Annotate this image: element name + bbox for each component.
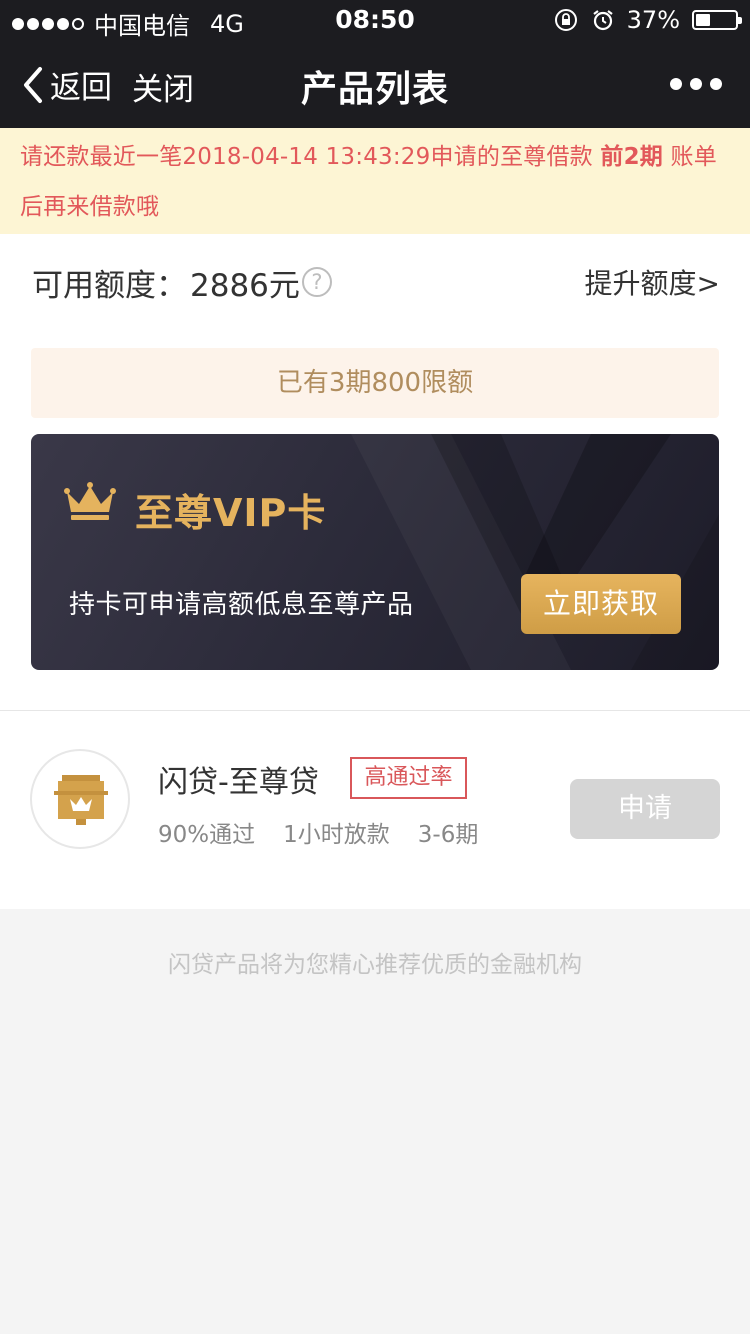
loan-term: 3-6期 (417, 822, 479, 848)
product-meta: 90%通过 1小时放款 3-6期 (158, 815, 478, 849)
credit-section: 可用额度： 2886元 ? 提升额度> 已有3期800限额 至尊VIP卡 持卡可… (0, 234, 750, 711)
nav-bar: 返回 关闭 产品列表 (0, 40, 750, 128)
page: 中国电信 4G 08:50 37% 返回 关闭 产品列表 请还款最近一笔2018… (0, 0, 750, 1334)
page-title: 产品列表 (300, 69, 449, 110)
vip-card-title: 至尊VIP卡 (135, 491, 327, 535)
get-vip-button[interactable]: 立即获取 (521, 574, 681, 634)
credit-label: 可用额度： (32, 268, 187, 304)
status-bar: 中国电信 4G 08:50 37% (0, 0, 750, 40)
loan-speed: 1小时放款 (283, 822, 390, 848)
top-bar: 中国电信 4G 08:50 37% 返回 关闭 产品列表 (0, 0, 750, 128)
product-name: 闪贷-至尊贷 (158, 765, 319, 800)
more-dot-icon (690, 78, 702, 90)
more-options-button[interactable] (670, 78, 722, 90)
vip-card-background-pattern (351, 434, 719, 670)
limit-banner: 已有3期800限额 (31, 348, 719, 418)
product-item[interactable]: 闪贷-至尊贷 高通过率 90%通过 1小时放款 3-6期 申请 (0, 711, 750, 909)
apply-button[interactable]: 申请 (570, 779, 720, 839)
credit-row: 可用额度： 2886元 ? 提升额度> (0, 234, 750, 330)
vip-card[interactable]: 至尊VIP卡 持卡可申请高额低息至尊产品 立即获取 (31, 434, 719, 670)
repayment-notice: 请还款最近一笔2018-04-14 13:43:29申请的至尊借款 前2期 账单… (0, 128, 750, 234)
treasure-chest-icon (54, 775, 108, 825)
credit-value: 2886元 (190, 268, 300, 304)
battery-percent: 37% (626, 6, 680, 34)
product-tag: 高通过率 (350, 757, 467, 799)
notice-highlight: 前2期 (600, 144, 663, 170)
raise-limit-link[interactable]: 提升额度> (585, 262, 720, 302)
vip-card-description: 持卡可申请高额低息至尊产品 (69, 590, 414, 620)
alarm-icon (592, 10, 613, 31)
crown-icon (64, 482, 116, 520)
help-icon[interactable]: ? (302, 267, 332, 297)
rotation-lock-icon (554, 9, 577, 31)
notice-text-before: 请还款最近一笔2018-04-14 13:43:29申请的至尊借款 (20, 144, 601, 170)
more-dot-icon (670, 78, 682, 90)
product-logo (30, 749, 130, 849)
pass-rate: 90%通过 (158, 822, 256, 848)
battery-icon (692, 10, 742, 30)
more-dot-icon (710, 78, 722, 90)
footer-text: 闪贷产品将为您精心推荐优质的金融机构 (168, 952, 582, 978)
status-right: 37% (553, 6, 742, 34)
